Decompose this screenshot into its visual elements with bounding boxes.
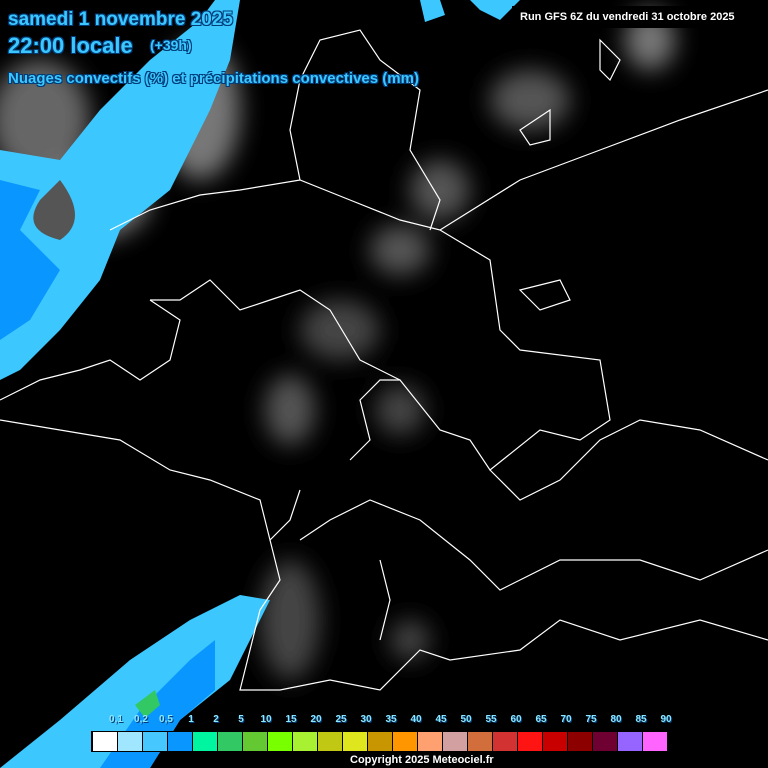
legend-swatch xyxy=(192,732,217,751)
legend-label: 30 xyxy=(360,714,372,725)
legend-label: 80 xyxy=(610,714,622,725)
legend-swatch xyxy=(617,732,642,751)
legend-label: 15 xyxy=(285,714,297,725)
legend-swatch xyxy=(542,732,567,751)
legend-swatch xyxy=(342,732,367,751)
legend-label: 5 xyxy=(238,714,244,725)
legend-label: 2 xyxy=(213,714,219,725)
legend-label: 20 xyxy=(310,714,322,725)
legend-swatch xyxy=(392,732,417,751)
color-legend xyxy=(91,731,668,752)
forecast-time: 22:00 locale xyxy=(8,33,133,58)
legend-label: 50 xyxy=(460,714,472,725)
legend-swatch xyxy=(317,732,342,751)
lead-time: (+39h) xyxy=(150,37,192,53)
legend-label: 60 xyxy=(510,714,522,725)
legend-swatch xyxy=(292,732,317,751)
legend-swatch xyxy=(92,732,117,751)
legend-label: 65 xyxy=(535,714,547,725)
legend-swatch xyxy=(117,732,142,751)
legend-swatch xyxy=(442,732,467,751)
legend-label: 90 xyxy=(660,714,672,725)
legend-swatch xyxy=(217,732,242,751)
legend-swatch xyxy=(267,732,292,751)
map-canvas xyxy=(0,0,768,768)
legend-swatch xyxy=(167,732,192,751)
legend-label: 25 xyxy=(335,714,347,725)
legend-swatch xyxy=(592,732,617,751)
weather-map: samedi 1 novembre 2025 22:00 locale (+39… xyxy=(0,0,768,768)
legend-swatch xyxy=(467,732,492,751)
legend-label: 40 xyxy=(410,714,422,725)
legend-label: 70 xyxy=(560,714,572,725)
legend-swatch xyxy=(417,732,442,751)
legend-swatch xyxy=(567,732,592,751)
legend-label: 55 xyxy=(485,714,497,725)
legend-label: 75 xyxy=(585,714,597,725)
parameter-title: Nuages convectifs (%) et précipitations … xyxy=(8,70,419,87)
legend-label: 10 xyxy=(260,714,272,725)
forecast-date: samedi 1 novembre 2025 xyxy=(8,9,233,30)
legend-label: 85 xyxy=(635,714,647,725)
legend-swatch xyxy=(142,732,167,751)
legend-label: 45 xyxy=(435,714,447,725)
legend-swatch xyxy=(367,732,392,751)
legend-label: 0,1 xyxy=(109,714,123,725)
legend-label: 0,2 xyxy=(134,714,148,725)
legend-label: 1 xyxy=(188,714,194,725)
model-run-info: Run GFS 6Z du vendredi 31 octobre 2025 xyxy=(512,6,752,28)
legend-label: 35 xyxy=(385,714,397,725)
legend-swatch xyxy=(642,732,667,751)
legend-label: 0,5 xyxy=(159,714,173,725)
legend-swatch xyxy=(242,732,267,751)
legend-swatch xyxy=(492,732,517,751)
legend-swatch xyxy=(517,732,542,751)
copyright: Copyright 2025 Meteociel.fr xyxy=(350,754,494,766)
